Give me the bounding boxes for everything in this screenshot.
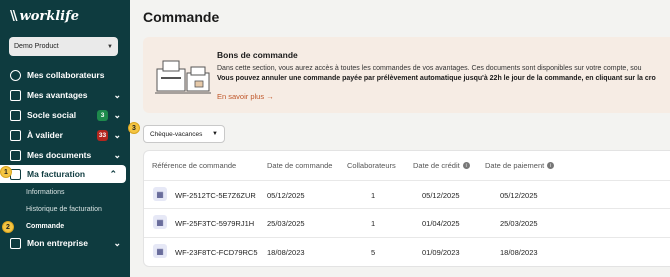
grid-icon [10, 89, 21, 101]
cell-credit-date: 01/04/2025 [422, 219, 460, 228]
sidebar-item-avantages[interactable]: Mes avantages ⌄ [0, 86, 130, 104]
learn-more-link[interactable]: En savoir plus → [217, 92, 274, 101]
info-icon[interactable]: i [547, 162, 555, 169]
cell-payment-date: 18/08/2023 [500, 248, 538, 257]
logo-mark-icon: \\ [10, 9, 17, 24]
sidebar: \\ worklife Demo Product ▼ Mes collabora… [0, 0, 130, 277]
info-card: Bons de commande Dans cette section, vou… [143, 37, 670, 113]
sidebar-item-a-valider[interactable]: À valider 33 ⌄ [0, 126, 130, 144]
cell-payment-date: 25/03/2025 [500, 219, 538, 228]
main-content: Commande Bons de commande Dans cette sec… [130, 0, 670, 277]
page-title: Commande [143, 9, 220, 25]
sidebar-item-facturation[interactable]: Ma facturation ⌃ [0, 165, 126, 183]
chevron-down-icon: ▼ [212, 131, 218, 137]
info-title: Bons de commande [217, 50, 298, 60]
worklife-logo[interactable]: \\ worklife [10, 9, 79, 24]
cell-collaborators: 5 [371, 248, 376, 257]
chevron-down-icon: ⌄ [113, 89, 121, 100]
cell-reference: WF-23F8TC-FCD79RC5 [175, 248, 258, 257]
sidebar-item-label: Mes documents [27, 150, 92, 160]
folder-icon [10, 149, 21, 161]
cell-credit-date: 05/12/2025 [422, 191, 460, 200]
sidebar-item-label: Socle social [27, 110, 77, 120]
chevron-down-icon: ⌄ [113, 149, 121, 160]
sidebar-subitem-informations[interactable]: Informations [26, 189, 65, 196]
order-document-icon[interactable]: ▦ [153, 187, 167, 201]
sidebar-item-label: Ma facturation [27, 169, 86, 179]
cell-reference: WF-2512TC-5E7Z6ZUR [175, 191, 256, 200]
cell-credit-date: 01/09/2023 [422, 248, 460, 257]
column-header-payment-date[interactable]: Date de paiement i [485, 161, 555, 170]
product-select-value: Demo Product [14, 43, 59, 50]
sidebar-subitem-commande[interactable]: Commande [26, 223, 64, 230]
cell-collaborators: 1 [371, 219, 376, 228]
sidebar-item-label: Mes avantages [27, 90, 88, 100]
cell-reference: WF-25F3TC-5979RJ1H [175, 219, 255, 228]
sidebar-item-label: À valider [27, 130, 63, 140]
step-marker-2: 2 [2, 221, 14, 233]
cell-payment-date: 05/12/2025 [500, 191, 538, 200]
inbox-icon [10, 129, 21, 141]
documents-illustration [155, 60, 211, 94]
column-header-order-date[interactable]: Date de commande [267, 161, 332, 170]
chevron-up-icon: ⌃ [109, 168, 117, 179]
table-row[interactable]: ▦ WF-25F3TC-5979RJ1H 25/03/2025 1 01/04/… [144, 208, 670, 236]
info-description: Dans cette section, vous aurez accès à t… [217, 65, 642, 72]
sidebar-item-entreprise[interactable]: Mon entreprise ⌄ [0, 234, 130, 252]
sidebar-item-collaborateurs[interactable]: Mes collaborateurs [0, 66, 130, 84]
cell-order-date: 05/12/2025 [267, 191, 305, 200]
column-header-collaborators[interactable]: Collaborateurs [347, 161, 396, 170]
product-select[interactable]: Demo Product ▼ [9, 37, 118, 56]
info-icon[interactable]: i [462, 162, 470, 169]
cell-order-date: 18/08/2023 [267, 248, 305, 257]
chevron-down-icon: ⌄ [113, 129, 121, 140]
chevron-down-icon: ▼ [107, 43, 113, 50]
chevron-down-icon: ⌄ [113, 109, 121, 120]
table-row[interactable]: ▦ WF-23F8TC-FCD79RC5 18/08/2023 5 01/09/… [144, 237, 670, 265]
sidebar-item-documents[interactable]: Mes documents ⌄ [0, 146, 130, 164]
info-cancel-notice: Vous pouvez annuler une commande payée p… [217, 75, 656, 82]
scale-icon [10, 109, 21, 121]
building-icon [10, 237, 21, 249]
cell-collaborators: 1 [371, 191, 376, 200]
people-icon [10, 69, 21, 81]
chevron-down-icon: ⌄ [113, 237, 121, 248]
column-header-credit-date[interactable]: Date de crédit i [413, 161, 470, 170]
order-document-icon[interactable]: ▦ [153, 215, 167, 229]
sidebar-item-socle-social[interactable]: Socle social 3 ⌄ [0, 106, 130, 124]
logo-text: worklife [19, 9, 79, 24]
order-document-icon[interactable]: ▦ [153, 244, 167, 258]
step-marker-1: 1 [0, 166, 12, 178]
filter-select-value: Chèque-vacances [150, 130, 203, 138]
sidebar-subitem-historique[interactable]: Historique de facturation [26, 206, 102, 213]
column-header-reference[interactable]: Référence de commande [152, 161, 236, 170]
table-row[interactable]: ▦ WF-2512TC-5E7Z6ZUR 05/12/2025 1 05/12/… [144, 180, 670, 208]
count-badge: 33 [97, 129, 108, 141]
sidebar-item-label: Mes collaborateurs [27, 70, 105, 80]
count-badge: 3 [97, 109, 108, 121]
cell-order-date: 25/03/2025 [267, 219, 305, 228]
sidebar-item-label: Mon entreprise [27, 238, 88, 248]
product-filter-select[interactable]: Chèque-vacances ▼ [143, 125, 225, 143]
orders-table: Référence de commande Date de commande C… [143, 150, 670, 267]
